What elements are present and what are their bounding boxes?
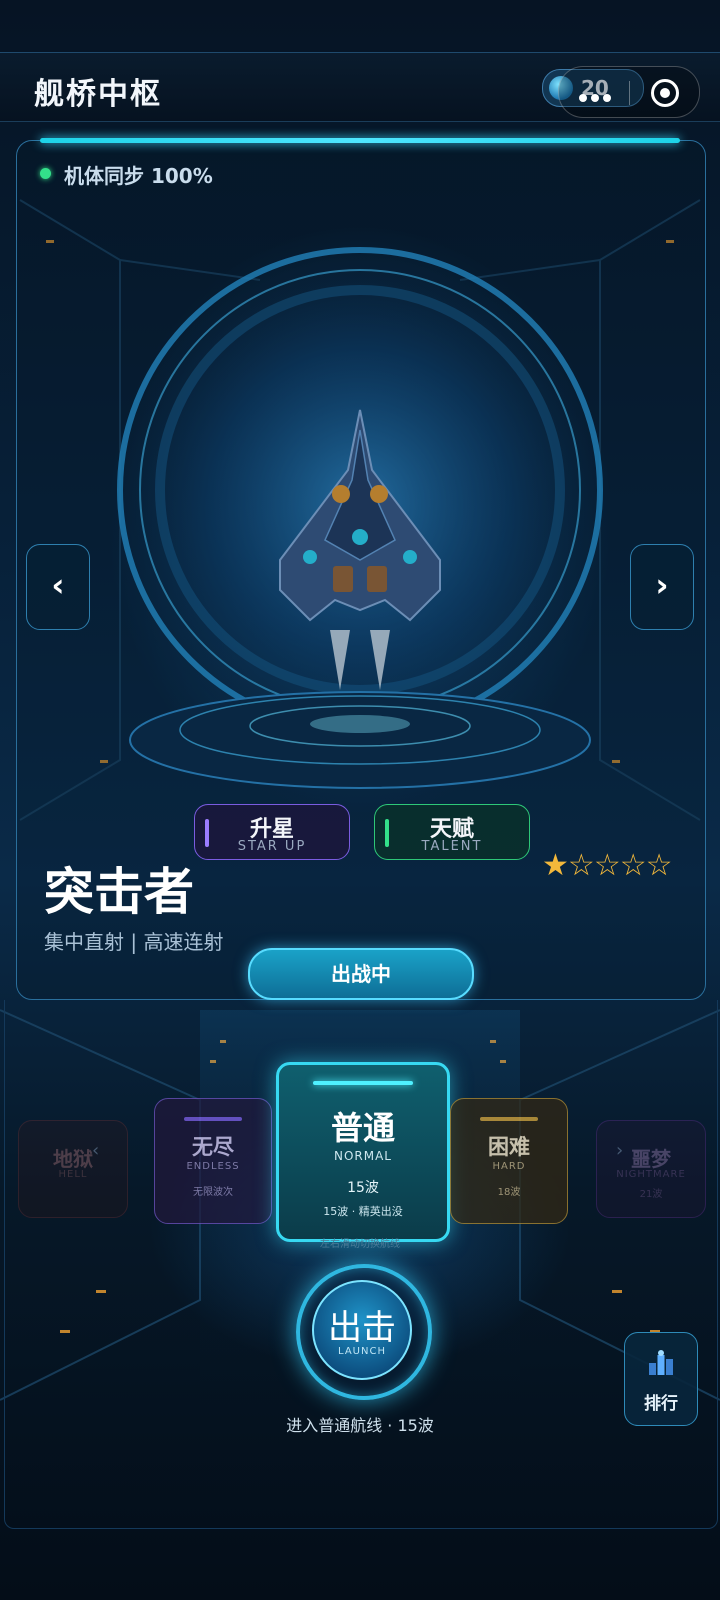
star-empty-icon: ☆ [619,848,647,883]
mode-waves: 21波 [639,1189,663,1200]
leaderboard-button[interactable]: 排行 [624,1332,698,1426]
launch-info: 进入普通航线 · 15波 [286,1416,434,1435]
mode-waves: 无限波次 [193,1187,233,1198]
star-up-sublabel: STAR UP [237,839,307,854]
star-filled-icon: ★ [542,848,569,883]
panel-accent-bar [40,138,680,143]
mode-name: 无尽 [192,1135,234,1159]
star-empty-icon: ☆ [567,848,595,883]
deployed-status-button[interactable]: 出战中 [248,948,474,1000]
mode-accent [480,1117,538,1121]
mode-en: HARD [492,1161,526,1172]
talent-button[interactable]: 天赋 TALENT [374,804,530,860]
talent-sublabel: TALENT [421,839,483,854]
mode-en: ENDLESS [186,1161,240,1172]
mode-card-nightmare[interactable]: 噩梦 NIGHTMARE 21波 [596,1120,706,1218]
mode-name: 地狱 [53,1147,93,1171]
online-status-dot [40,168,51,179]
ship-name: 突击者 [44,863,194,921]
star-empty-icon: ☆ [593,848,621,883]
sync-status: 机体同步 100% [64,164,213,188]
next-ship-button[interactable]: › [630,544,694,630]
mode-name: 困难 [488,1135,530,1159]
mode-accent [184,1117,242,1121]
trophy-icon [649,1350,673,1375]
mode-waves: 15波 [347,1180,379,1196]
mode-en: NIGHTMARE [616,1169,686,1180]
ship-description: 集中直射 | 高速连射 [44,930,224,954]
star-up-button[interactable]: 升星 STAR UP [194,804,350,860]
leaderboard-label: 排行 [644,1394,678,1414]
star-rating: ★☆☆☆☆ [542,848,673,883]
mode-description: 15波 · 精英出没 [323,1205,403,1218]
mode-en: HELL [58,1169,88,1180]
close-target-icon[interactable] [651,79,679,107]
capsule-divider [629,81,630,105]
mode-name: 噩梦 [631,1147,671,1171]
page-title: 舰桥中枢 [34,77,162,112]
star-empty-icon: ☆ [645,848,673,883]
miniprogram-capsule[interactable] [558,66,700,118]
launch-button[interactable]: 出击 LAUNCH [312,1280,412,1380]
mode-card-hard[interactable]: 困难 HARD 18波 [450,1098,568,1224]
mode-en: NORMAL [333,1149,392,1163]
more-dots-icon[interactable] [579,87,615,102]
chevron-left-icon[interactable]: ‹ [92,1140,99,1161]
mode-card-endless[interactable]: 无尽 ENDLESS 无限波次 [154,1098,272,1224]
chevron-right-icon[interactable]: › [616,1140,623,1161]
mode-card-hell[interactable]: 地狱 HELL [18,1120,128,1218]
mode-waves: 18波 [497,1187,521,1198]
prev-ship-button[interactable]: ‹ [26,544,90,630]
swipe-hint: 左右滑动切换航线 [320,1239,400,1250]
launch-label: 出击 [328,1308,396,1348]
launch-sublabel: LAUNCH [338,1346,386,1357]
mode-name: 普通 [330,1109,395,1147]
mode-card-normal[interactable]: 普通 NORMAL 15波 15波 · 精英出没 [276,1062,450,1242]
mode-accent [312,1081,414,1085]
